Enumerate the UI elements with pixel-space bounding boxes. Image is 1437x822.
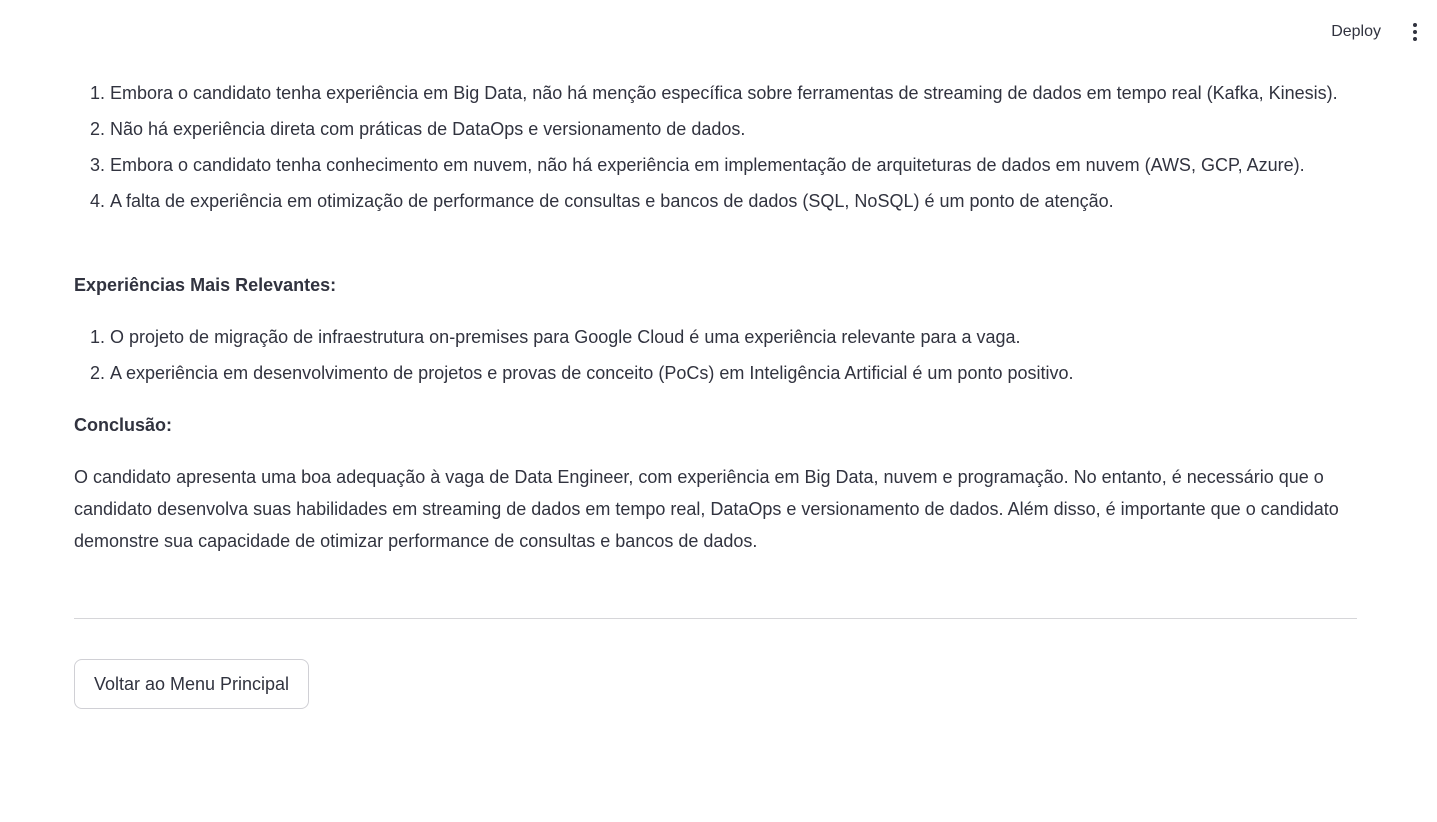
- relevant-experiences-heading: Experiências Mais Relevantes:: [74, 275, 337, 295]
- list-item: A experiência em desenvolvimento de proj…: [110, 357, 1393, 389]
- app-header: Deploy: [0, 0, 1437, 60]
- list-item: O projeto de migração de infraestrutura …: [110, 321, 1393, 353]
- main-menu-button[interactable]: [1403, 18, 1427, 46]
- weaknesses-list: Embora o candidato tenha experiência em …: [74, 77, 1393, 221]
- vertical-ellipsis-icon: [1413, 23, 1417, 41]
- list-item: Não há experiência direta com práticas d…: [110, 113, 1393, 145]
- conclusion-text: O candidato apresenta uma boa adequação …: [74, 467, 1339, 551]
- back-to-main-menu-button[interactable]: Voltar ao Menu Principal: [74, 659, 309, 709]
- conclusion-heading: Conclusão:: [74, 415, 173, 435]
- list-item: Embora o candidato tenha experiência em …: [110, 77, 1393, 109]
- divider: [74, 618, 1357, 619]
- deploy-button[interactable]: Deploy: [1321, 18, 1391, 46]
- list-item: Embora o candidato tenha conhecimento em…: [110, 149, 1393, 181]
- list-item: A falta de experiência em otimização de …: [110, 185, 1393, 217]
- relevant-experiences-list: O projeto de migração de infraestrutura …: [74, 321, 1393, 393]
